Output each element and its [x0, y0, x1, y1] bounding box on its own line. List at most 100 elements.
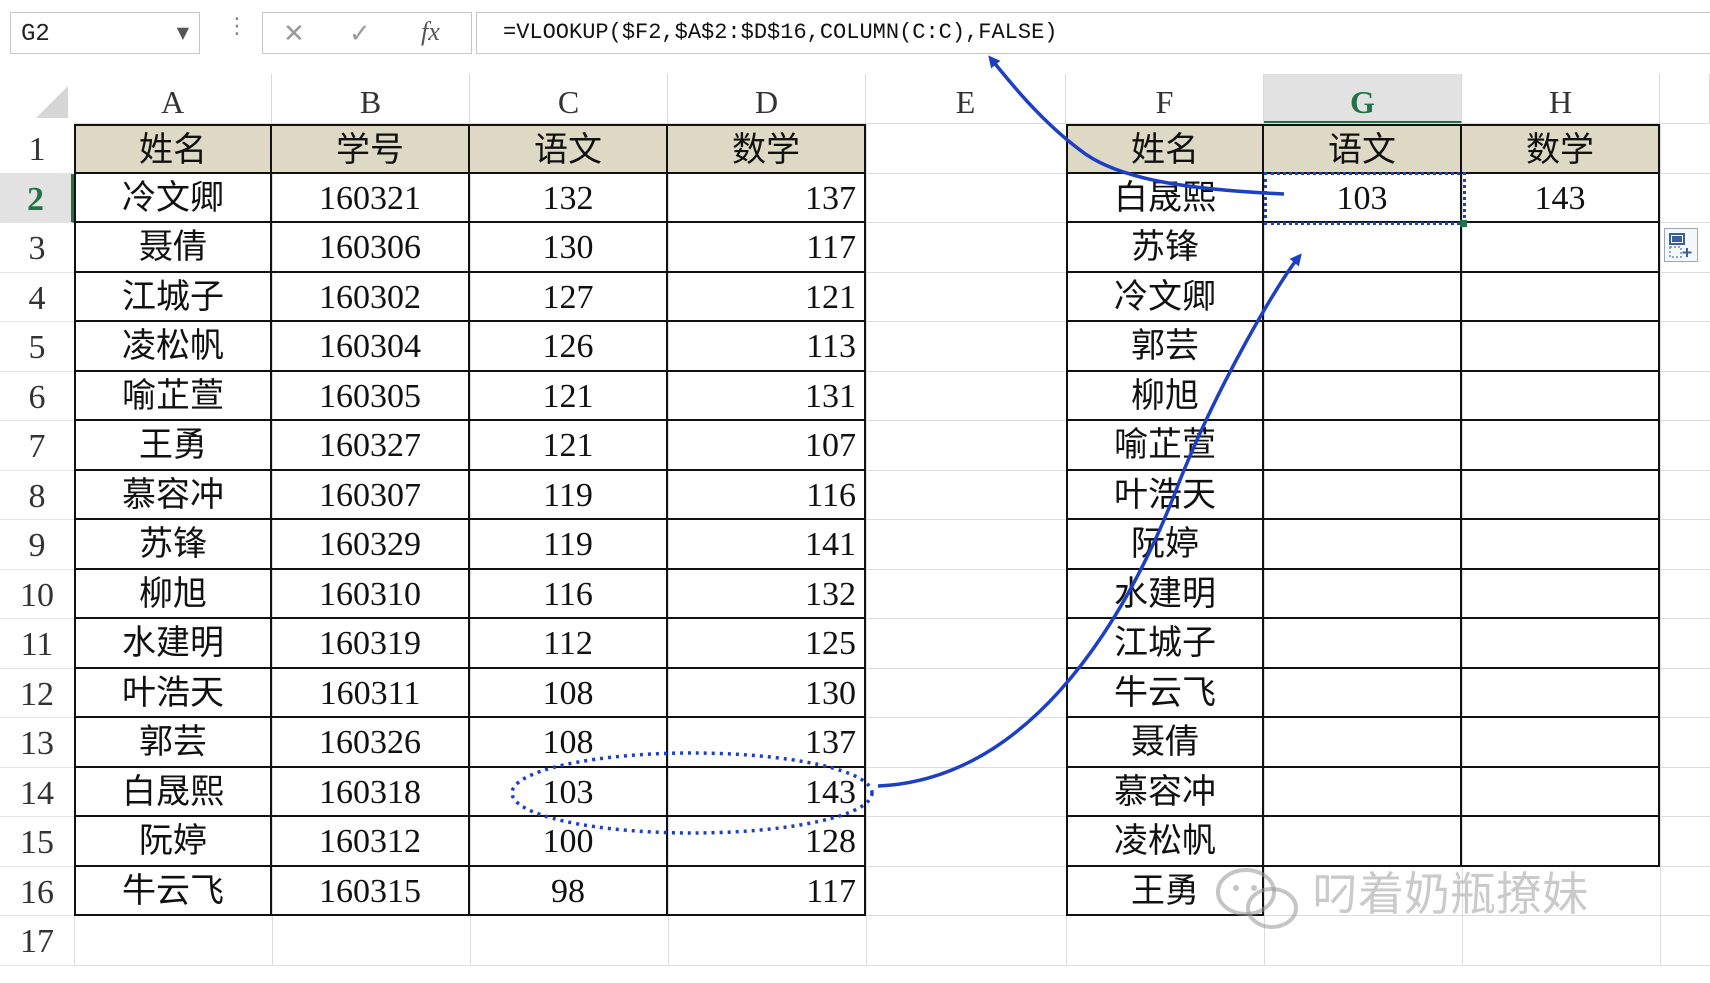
column-header-h[interactable]: H: [1462, 74, 1660, 124]
source-data-cell[interactable]: 121: [470, 421, 668, 471]
source-data-cell[interactable]: 聂倩: [74, 223, 272, 273]
source-data-cell[interactable]: 慕容冲: [74, 470, 272, 520]
insert-function-icon[interactable]: fx: [421, 17, 440, 47]
source-data-cell[interactable]: 160329: [272, 520, 470, 570]
empty-result-cell[interactable]: [1264, 520, 1462, 570]
empty-result-cell[interactable]: [1264, 718, 1462, 768]
source-data-cell[interactable]: 160315: [272, 866, 470, 916]
source-data-cell[interactable]: 121: [668, 272, 866, 322]
lookup-header-cell[interactable]: 姓名: [1066, 124, 1264, 174]
empty-result-cell[interactable]: [1462, 421, 1660, 471]
fill-handle[interactable]: [1460, 220, 1467, 227]
lookup-name-cell[interactable]: 江城子: [1066, 619, 1264, 669]
source-data-cell[interactable]: 160304: [272, 322, 470, 372]
row-header-2[interactable]: 2: [0, 173, 74, 223]
lookup-header-cell[interactable]: 数学: [1462, 124, 1660, 174]
source-data-cell[interactable]: 141: [668, 520, 866, 570]
source-data-cell[interactable]: 98: [470, 866, 668, 916]
source-data-cell[interactable]: 水建明: [74, 619, 272, 669]
select-all-icon[interactable]: [36, 86, 68, 118]
column-header-d[interactable]: D: [668, 74, 866, 124]
empty-result-cell[interactable]: [1462, 223, 1660, 273]
empty-result-cell[interactable]: [1264, 322, 1462, 372]
source-data-cell[interactable]: 牛云飞: [74, 866, 272, 916]
row-header-14[interactable]: 14: [0, 767, 74, 817]
source-data-cell[interactable]: 119: [470, 520, 668, 570]
source-data-cell[interactable]: 130: [668, 668, 866, 718]
column-header-g[interactable]: G: [1264, 74, 1462, 124]
source-data-cell[interactable]: 160307: [272, 470, 470, 520]
source-data-cell[interactable]: 江城子: [74, 272, 272, 322]
source-header-cell[interactable]: 数学: [668, 124, 866, 174]
column-header-b[interactable]: B: [272, 74, 470, 124]
source-data-cell[interactable]: 白晟熙: [74, 767, 272, 817]
source-data-cell[interactable]: 137: [668, 718, 866, 768]
lookup-header-cell[interactable]: 语文: [1264, 124, 1462, 174]
source-data-cell[interactable]: 117: [668, 223, 866, 273]
lookup-name-cell[interactable]: 聂倩: [1066, 718, 1264, 768]
source-data-cell[interactable]: 160312: [272, 817, 470, 867]
source-data-cell[interactable]: 116: [668, 470, 866, 520]
source-data-cell[interactable]: 喻芷萱: [74, 371, 272, 421]
row-header-12[interactable]: 12: [0, 668, 74, 718]
empty-result-cell[interactable]: [1462, 322, 1660, 372]
source-data-cell[interactable]: 160321: [272, 173, 470, 223]
empty-result-cell[interactable]: [1264, 371, 1462, 421]
row-header-11[interactable]: 11: [0, 619, 74, 669]
source-data-cell[interactable]: 苏锋: [74, 520, 272, 570]
source-data-cell[interactable]: 叶浩天: [74, 668, 272, 718]
source-data-cell[interactable]: 113: [668, 322, 866, 372]
row-header-10[interactable]: 10: [0, 569, 74, 619]
row-header-6[interactable]: 6: [0, 371, 74, 421]
row-header-5[interactable]: 5: [0, 322, 74, 372]
row-header-9[interactable]: 9: [0, 520, 74, 570]
quick-analysis-icon[interactable]: [1664, 228, 1698, 262]
column-header-c[interactable]: C: [470, 74, 668, 124]
source-data-cell[interactable]: 108: [470, 718, 668, 768]
lookup-name-cell[interactable]: 阮婷: [1066, 520, 1264, 570]
empty-result-cell[interactable]: [1462, 569, 1660, 619]
lookup-name-cell[interactable]: 慕容冲: [1066, 767, 1264, 817]
source-data-cell[interactable]: 冷文卿: [74, 173, 272, 223]
source-header-cell[interactable]: 学号: [272, 124, 470, 174]
select-all-corner[interactable]: [0, 74, 74, 124]
empty-result-cell[interactable]: [1264, 619, 1462, 669]
formula-input[interactable]: =VLOOKUP($F2,$A$2:$D$16,COLUMN(C:C),FALS…: [476, 12, 1710, 54]
source-data-cell[interactable]: 柳旭: [74, 569, 272, 619]
name-box[interactable]: G2 ▼: [10, 12, 200, 54]
row-header-7[interactable]: 7: [0, 421, 74, 471]
empty-result-cell[interactable]: [1462, 619, 1660, 669]
source-data-cell[interactable]: 107: [668, 421, 866, 471]
source-data-cell[interactable]: 郭芸: [74, 718, 272, 768]
source-data-cell[interactable]: 116: [470, 569, 668, 619]
source-data-cell[interactable]: 121: [470, 371, 668, 421]
row-header-3[interactable]: 3: [0, 223, 74, 273]
row-header-17[interactable]: 17: [0, 916, 74, 966]
lookup-name-cell[interactable]: 郭芸: [1066, 322, 1264, 372]
source-data-cell[interactable]: 108: [470, 668, 668, 718]
source-data-cell[interactable]: 125: [668, 619, 866, 669]
lookup-name-cell[interactable]: 白晟熙: [1066, 173, 1264, 223]
row-header-16[interactable]: 16: [0, 866, 74, 916]
source-data-cell[interactable]: 137: [668, 173, 866, 223]
source-data-cell[interactable]: 160326: [272, 718, 470, 768]
result-cell-h2[interactable]: 143: [1462, 173, 1660, 223]
name-box-dropdown-icon[interactable]: ▼: [177, 23, 189, 42]
empty-result-cell[interactable]: [1462, 668, 1660, 718]
source-data-cell[interactable]: 160302: [272, 272, 470, 322]
empty-result-cell[interactable]: [1264, 421, 1462, 471]
source-data-cell[interactable]: 160319: [272, 619, 470, 669]
source-header-cell[interactable]: 语文: [470, 124, 668, 174]
column-header-e[interactable]: E: [866, 74, 1066, 124]
source-data-cell[interactable]: 117: [668, 866, 866, 916]
lookup-name-cell[interactable]: 牛云飞: [1066, 668, 1264, 718]
source-data-cell[interactable]: 128: [668, 817, 866, 867]
source-data-cell[interactable]: 103: [470, 767, 668, 817]
lookup-name-cell[interactable]: 柳旭: [1066, 371, 1264, 421]
empty-result-cell[interactable]: [1264, 272, 1462, 322]
column-header-f[interactable]: F: [1066, 74, 1264, 124]
formula-bar-splitter-icon[interactable]: ⋮: [226, 14, 248, 39]
source-data-cell[interactable]: 131: [668, 371, 866, 421]
source-data-cell[interactable]: 160310: [272, 569, 470, 619]
empty-result-cell[interactable]: [1462, 767, 1660, 817]
